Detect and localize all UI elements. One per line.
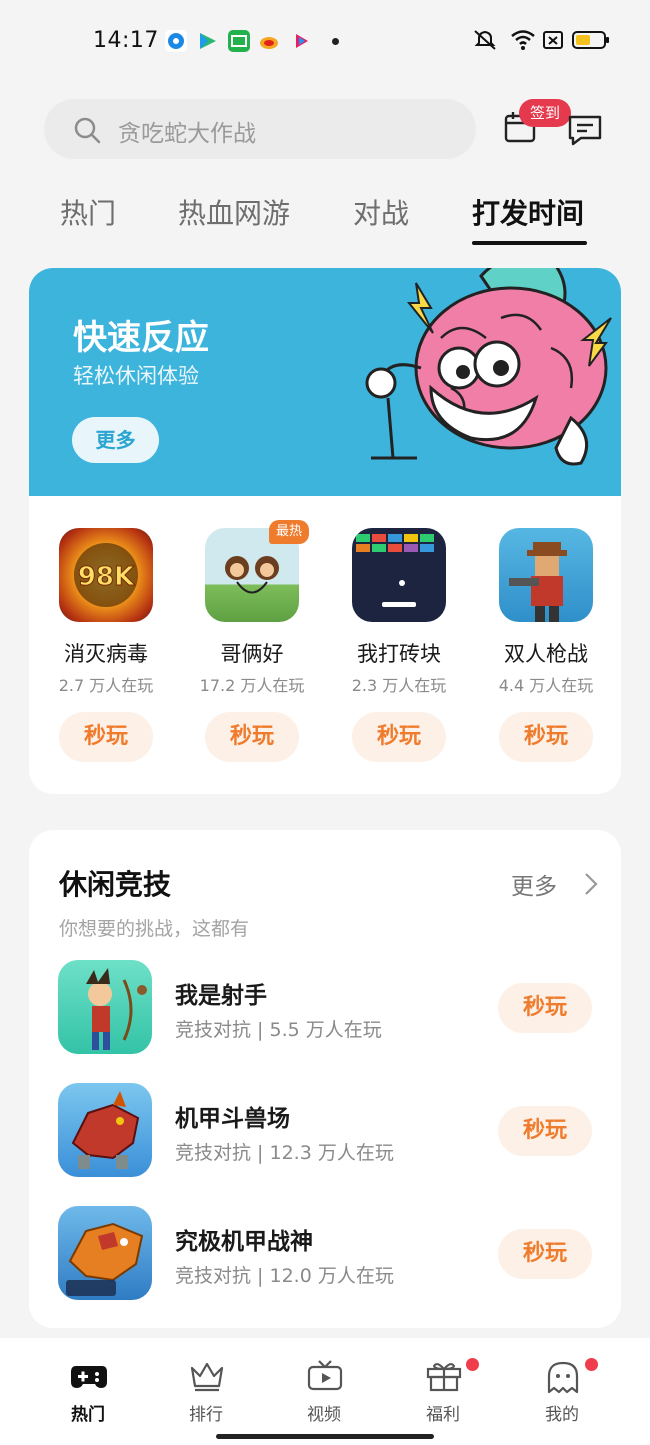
nav-label: 视频 bbox=[307, 1405, 341, 1425]
bottom-navigation: 热门 排行 视频 福利 我的 bbox=[0, 1338, 650, 1445]
ghost-icon bbox=[544, 1360, 582, 1398]
tv-icon bbox=[306, 1360, 344, 1396]
search-bar[interactable]: 贪吃蛇大作战 bbox=[44, 99, 476, 159]
active-tab-indicator bbox=[472, 241, 587, 245]
crown-icon bbox=[188, 1360, 226, 1396]
banner-title: 快速反应 bbox=[73, 318, 209, 358]
section-subtitle: 你想要的挑战，这都有 bbox=[59, 918, 250, 940]
tab-online-games[interactable]: 热血网游 bbox=[178, 192, 290, 232]
mute-icon bbox=[472, 28, 498, 56]
game-name: 哥俩好 bbox=[220, 642, 284, 666]
instant-play-button[interactable]: 秒玩 bbox=[498, 1229, 592, 1279]
game-name: 双人枪战 bbox=[504, 642, 588, 666]
nav-label: 福利 bbox=[426, 1405, 460, 1425]
status-time: 14:17 bbox=[93, 28, 159, 53]
list-item[interactable]: 机甲斗兽场 竞技对抗 | 12.3 万人在玩 秒玩 bbox=[29, 1083, 621, 1179]
virus-game-icon: 98K bbox=[59, 528, 153, 622]
gift-icon bbox=[425, 1360, 463, 1396]
brick-breaker-game-icon bbox=[352, 528, 446, 622]
virus-game-icon-text: 98K bbox=[78, 562, 135, 592]
nav-label: 我的 bbox=[545, 1405, 579, 1425]
instant-play-button[interactable]: 秒玩 bbox=[498, 983, 592, 1033]
game-player-count: 4.4 万人在玩 bbox=[498, 676, 594, 695]
brain-mascot-illustration bbox=[365, 268, 612, 466]
sim-icon bbox=[542, 28, 564, 56]
archer-game-icon bbox=[58, 960, 152, 1054]
search-icon bbox=[72, 115, 102, 149]
youku-app-icon bbox=[291, 30, 313, 52]
game-player-count: 17.2 万人在玩 bbox=[199, 676, 305, 695]
iqiyi-app-icon bbox=[228, 30, 250, 52]
featured-games-row: 98K 消灭病毒 2.7 万人在玩 秒玩 最热 哥俩好 17.2 万人在玩 秒玩 bbox=[29, 496, 621, 794]
battery-icon bbox=[572, 28, 610, 56]
welfare-notification-dot bbox=[466, 1358, 479, 1371]
instant-play-button[interactable]: 秒玩 bbox=[205, 712, 299, 762]
more-notifications-dot bbox=[332, 38, 339, 45]
featured-banner[interactable]: 快速反应 轻松休闲体验 更多 bbox=[29, 268, 621, 496]
search-placeholder: 贪吃蛇大作战 bbox=[118, 121, 256, 147]
sign-in-badge[interactable]: 签到 bbox=[519, 99, 572, 127]
message-icon[interactable] bbox=[567, 113, 603, 151]
mine-notification-dot bbox=[585, 1358, 598, 1371]
hottest-badge: 最热 bbox=[269, 520, 310, 544]
nav-label: 热门 bbox=[71, 1405, 105, 1425]
video-app-icon bbox=[196, 30, 218, 52]
game-meta: 竞技对抗 | 5.5 万人在玩 bbox=[175, 1019, 382, 1041]
home-indicator bbox=[216, 1434, 434, 1439]
game-meta: 竞技对抗 | 12.3 万人在玩 bbox=[175, 1142, 394, 1164]
game-meta: 竞技对抗 | 12.0 万人在玩 bbox=[175, 1265, 394, 1287]
featured-card: 快速反应 轻松休闲体验 更多 98K 消灭病毒 2.7 万人在玩 秒玩 最热 哥… bbox=[29, 268, 621, 794]
list-item[interactable]: 究极机甲战神 竞技对抗 | 12.0 万人在玩 秒玩 bbox=[29, 1206, 621, 1302]
section-more-link[interactable]: 更多 bbox=[511, 867, 557, 901]
gunfight-game-icon bbox=[499, 528, 593, 622]
instant-play-button[interactable]: 秒玩 bbox=[352, 712, 446, 762]
gamepad-icon bbox=[70, 1360, 108, 1396]
tab-hot[interactable]: 热门 bbox=[60, 192, 116, 232]
game-name: 消灭病毒 bbox=[64, 642, 148, 666]
tab-pastime[interactable]: 打发时间 bbox=[472, 192, 584, 232]
instant-play-button[interactable]: 秒玩 bbox=[59, 712, 153, 762]
section-title: 休闲竞技 bbox=[59, 868, 172, 901]
mech-warrior-game-icon bbox=[58, 1206, 152, 1300]
casual-competitive-section: 休闲竞技 你想要的挑战，这都有 更多 我是射手 竞技对抗 | 5.5 万人在玩 … bbox=[29, 830, 621, 1328]
list-item[interactable]: 我是射手 竞技对抗 | 5.5 万人在玩 秒玩 bbox=[29, 960, 621, 1056]
category-tabs: 热门 热血网游 对战 打发时间 bbox=[0, 186, 650, 246]
wifi-icon bbox=[510, 28, 536, 56]
banner-subtitle: 轻松休闲体验 bbox=[73, 364, 199, 388]
game-player-count: 2.7 万人在玩 bbox=[58, 676, 154, 695]
mech-arena-game-icon bbox=[58, 1083, 152, 1177]
game-name: 我打砖块 bbox=[357, 642, 441, 666]
game-player-count: 2.3 万人在玩 bbox=[351, 676, 447, 695]
status-bar: 14:17 bbox=[0, 0, 650, 84]
game-name: 我是射手 bbox=[175, 983, 267, 1009]
game-name: 机甲斗兽场 bbox=[175, 1106, 290, 1132]
instant-play-button[interactable]: 秒玩 bbox=[499, 712, 593, 762]
weibo-app-icon bbox=[259, 30, 281, 52]
tab-battle[interactable]: 对战 bbox=[353, 192, 409, 232]
chevron-right-icon[interactable] bbox=[584, 872, 598, 900]
nav-label: 排行 bbox=[189, 1405, 223, 1425]
app-notification-icon bbox=[165, 30, 187, 52]
banner-more-button[interactable]: 更多 bbox=[72, 417, 159, 463]
instant-play-button[interactable]: 秒玩 bbox=[498, 1106, 592, 1156]
game-name: 究极机甲战神 bbox=[175, 1229, 313, 1255]
